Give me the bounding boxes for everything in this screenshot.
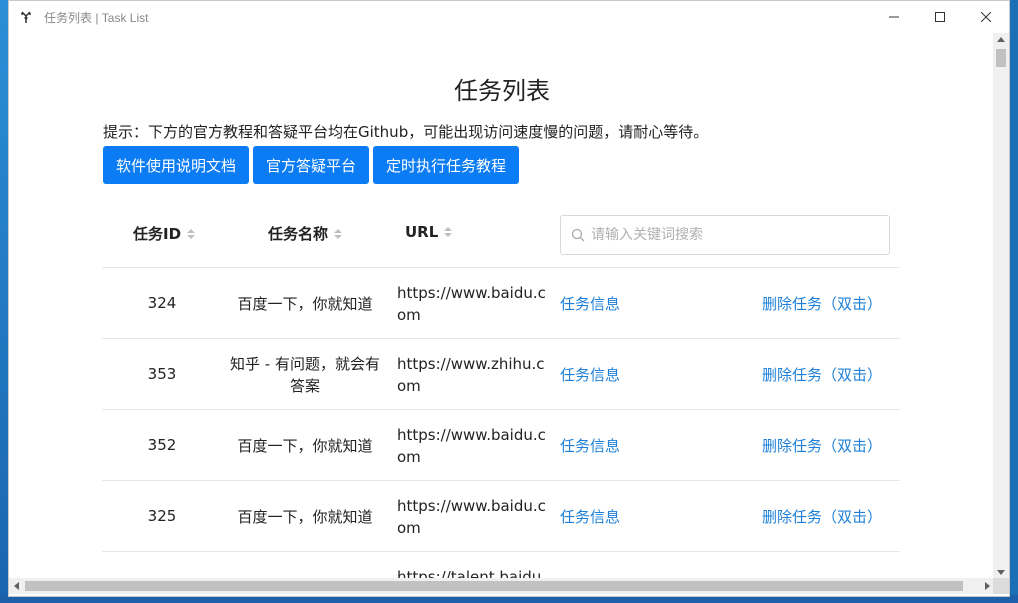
minimize-icon [889, 16, 899, 18]
delete-task-link[interactable]: 删除任务（双击） [762, 293, 882, 314]
scheduled-task-tutorial-button[interactable]: 定时执行任务教程 [373, 146, 520, 184]
sort-icon[interactable] [187, 228, 196, 239]
table-row: 324 百度一下，你就知道 https://www.baidu.com 任务信息… [102, 268, 900, 339]
task-url: https://www.baidu.com [397, 284, 546, 324]
table-row: 325 百度一下，你就知道 https://www.baidu.com 任务信息… [102, 481, 900, 552]
column-header-label: 任务ID [133, 225, 182, 243]
app-logo-icon [18, 9, 34, 25]
table-row: 353 知乎 - 有问题，就会有答案 https://www.zhihu.com… [102, 339, 900, 410]
desktop-background [0, 0, 8, 603]
search-box[interactable] [560, 215, 890, 255]
scroll-left-icon[interactable] [14, 582, 19, 590]
task-table: 任务ID 任务名称 URL 请输入关键词搜索 324 百度一下，你就知道 htt… [102, 201, 900, 579]
column-header-name[interactable]: 任务名称 [268, 223, 343, 244]
table-row: 352 百度一下，你就知道 https://www.baidu.com 任务信息… [102, 410, 900, 481]
task-info-link[interactable]: 任务信息 [560, 506, 620, 527]
minimize-button[interactable] [871, 1, 917, 33]
task-id: 352 [147, 436, 177, 454]
table-header: 任务ID 任务名称 URL [102, 201, 900, 268]
horizontal-scrollbar[interactable] [9, 578, 995, 594]
page-content: 任务列表 提示：下方的官方教程和答疑平台均在Github，可能出现访问速度慢的问… [9, 33, 995, 579]
delete-task-link[interactable]: 删除任务（双击） [762, 506, 882, 527]
task-id: 353 [147, 365, 177, 383]
column-header-id[interactable]: 任务ID [133, 223, 196, 244]
vertical-scroll-thumb[interactable] [996, 49, 1006, 67]
window-controls [871, 1, 1009, 33]
task-url: https://www.baidu.com [397, 426, 546, 466]
column-header-url[interactable]: URL [405, 223, 453, 241]
task-name: 百度一下，你就知道 [237, 437, 373, 455]
sort-icon[interactable] [444, 227, 453, 237]
scroll-up-icon[interactable] [997, 37, 1005, 42]
table-row: https://talent.baidu [102, 552, 900, 579]
task-url: https://www.baidu.com [397, 497, 546, 537]
task-id: 324 [147, 294, 177, 312]
task-url: https://www.zhihu.com [397, 355, 545, 395]
search-icon [571, 228, 585, 242]
scrollbar-corner [993, 578, 1009, 594]
task-name: 知乎 - 有问题，就会有答案 [230, 355, 380, 395]
support-platform-button[interactable]: 官方答疑平台 [253, 146, 370, 184]
column-header-label: 任务名称 [268, 225, 329, 243]
task-info-link[interactable]: 任务信息 [560, 435, 620, 456]
vertical-scrollbar[interactable] [993, 33, 1009, 579]
sort-icon[interactable] [334, 228, 343, 239]
task-info-link[interactable]: 任务信息 [560, 364, 620, 385]
window-title: 任务列表 | Task List [44, 10, 149, 25]
horizontal-scroll-thumb[interactable] [25, 581, 963, 591]
scroll-down-icon[interactable] [997, 570, 1005, 575]
maximize-button[interactable] [917, 1, 963, 33]
button-row: 软件使用说明文档 官方答疑平台 定时执行任务教程 [103, 146, 520, 184]
page-title: 任务列表 [454, 77, 550, 105]
tip-text: 提示：下方的官方教程和答疑平台均在Github，可能出现访问速度慢的问题，请耐心… [103, 123, 709, 141]
app-window: 任务列表 | Task List 任务列表 提示：下方的官方教程和答疑平台均在G… [8, 0, 1010, 597]
docs-button[interactable]: 软件使用说明文档 [103, 146, 250, 184]
column-header-label: URL [405, 223, 439, 241]
title-bar[interactable]: 任务列表 | Task List [9, 1, 1009, 33]
search-input[interactable] [591, 227, 881, 243]
close-icon [981, 12, 991, 22]
scroll-right-icon[interactable] [985, 582, 990, 590]
task-name: 百度一下，你就知道 [237, 508, 373, 526]
task-name: 百度一下，你就知道 [237, 295, 373, 313]
task-id: 325 [147, 507, 177, 525]
maximize-icon [935, 12, 945, 22]
close-button[interactable] [963, 1, 1009, 33]
delete-task-link[interactable]: 删除任务（双击） [762, 435, 882, 456]
task-info-link[interactable]: 任务信息 [560, 293, 620, 314]
delete-task-link[interactable]: 删除任务（双击） [762, 364, 882, 385]
